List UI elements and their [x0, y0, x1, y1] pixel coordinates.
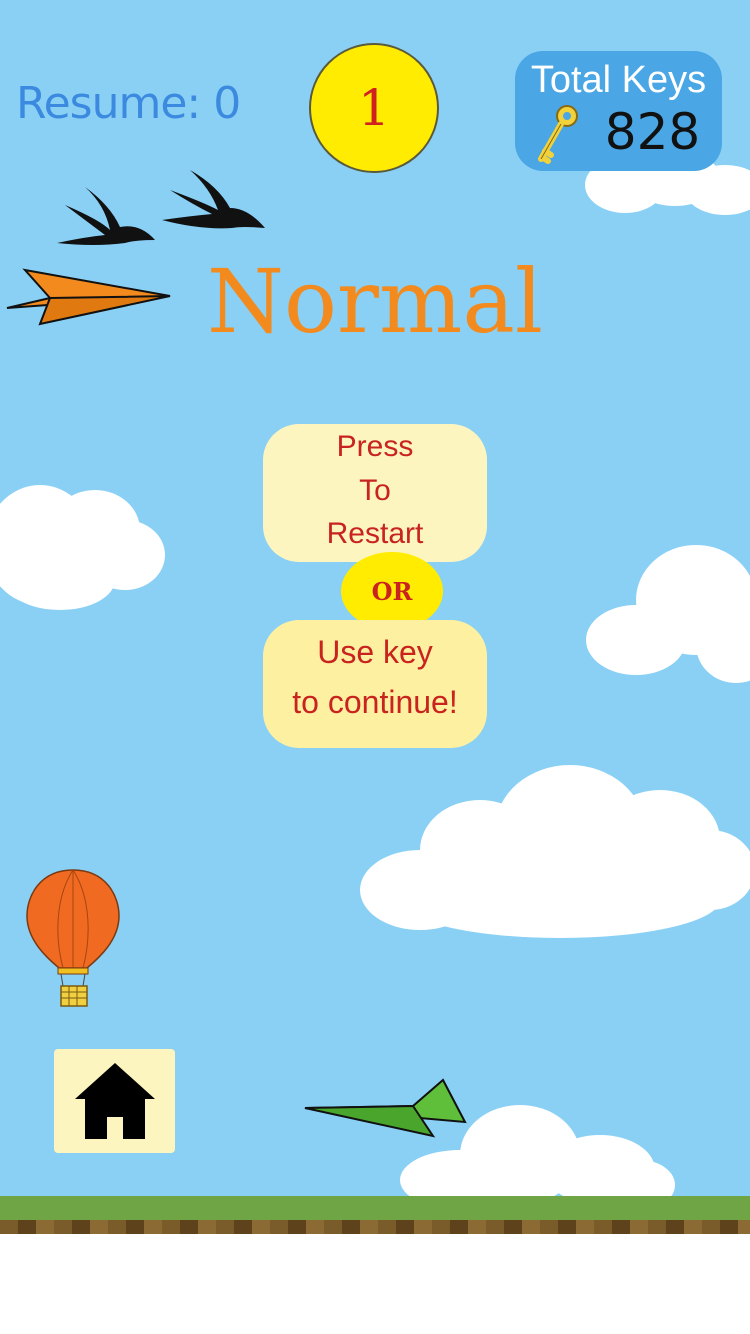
cloud [0, 485, 165, 610]
home-button[interactable] [54, 1049, 175, 1153]
restart-line-1: Press [336, 430, 414, 463]
total-keys-label: Total Keys [530, 59, 707, 101]
or-separator: OR [341, 552, 443, 630]
key-icon [538, 105, 578, 164]
bottom-area [0, 1234, 750, 1334]
level-indicator: 1 [309, 43, 439, 173]
restart-line-3: Restart [326, 517, 424, 550]
bird-silhouette-icon [162, 170, 265, 229]
total-keys-panel: Total Keys 828 [515, 51, 722, 171]
ground-grass [0, 1196, 750, 1220]
game-scene: Resume: 0 1 Total Keys 828 Normal Press … [0, 0, 750, 1334]
paper-plane-icon [6, 268, 171, 326]
total-keys-count: 828 [604, 103, 701, 161]
cloud [360, 765, 750, 938]
paper-plane-icon [304, 1078, 467, 1138]
restart-line-2: To [359, 474, 391, 507]
bird-silhouette-icon [57, 187, 155, 245]
difficulty-mode-label: Normal [206, 250, 544, 353]
continue-line-2: to continue! [292, 684, 458, 720]
hot-air-balloon-icon [26, 869, 120, 1007]
restart-button[interactable]: Press To Restart [263, 424, 487, 562]
resume-counter: Resume: 0 [16, 78, 241, 129]
home-icon [75, 1063, 155, 1139]
cloud [586, 545, 750, 683]
continue-line-1: Use key [317, 634, 433, 670]
ground-dirt [0, 1220, 750, 1234]
use-key-continue-button[interactable]: Use key to continue! [263, 620, 487, 748]
